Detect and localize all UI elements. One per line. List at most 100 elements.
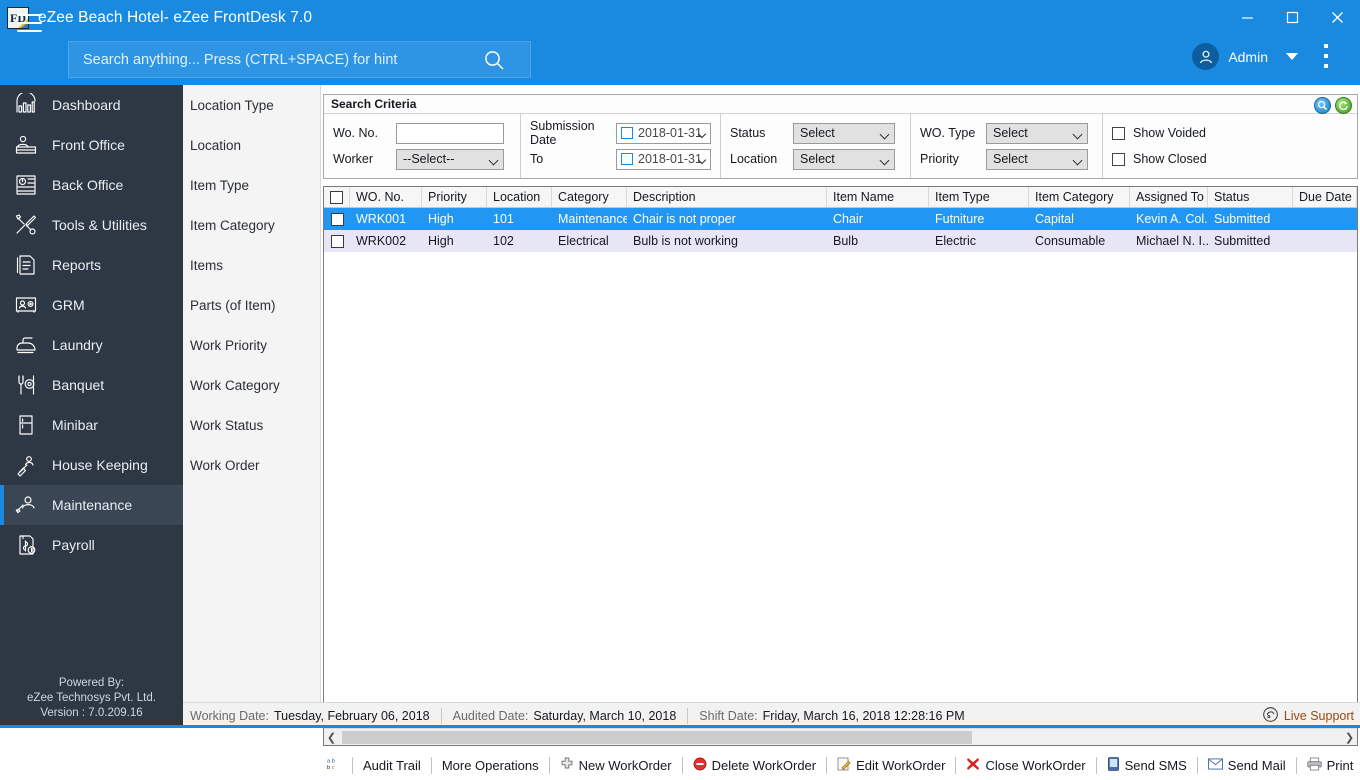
to-date-picker[interactable]: 2018-01-31	[616, 149, 711, 170]
sidebar-item-minibar[interactable]: Minibar	[0, 405, 183, 445]
fridge-icon	[0, 413, 52, 437]
status-select-value: Select	[800, 126, 835, 140]
row-checkbox[interactable]	[324, 230, 350, 252]
subnav-item-work-status[interactable]: Work Status	[183, 405, 320, 445]
subnav-item-parts-of-item[interactable]: Parts (of Item)	[183, 285, 320, 325]
toolbar-new-workorder-button[interactable]: New WorkOrder	[556, 757, 676, 774]
toolbar-audit-icon-button[interactable]: abbc	[323, 756, 346, 774]
status-select[interactable]: Select	[793, 123, 895, 144]
toolbar-more-operations-button[interactable]: More Operations	[438, 758, 543, 773]
sidebar-item-laundry[interactable]: Laundry	[0, 325, 183, 365]
live-support-button[interactable]: Live Support	[1262, 706, 1354, 726]
subnav-item-item-type[interactable]: Item Type	[183, 165, 320, 205]
grid-column-header[interactable]: Location	[487, 187, 552, 207]
show-closed-checkbox[interactable]	[1112, 153, 1125, 166]
subnav-item-item-category[interactable]: Item Category	[183, 205, 320, 245]
grid-column-header[interactable]: Priority	[422, 187, 487, 207]
to-date-checkbox[interactable]	[621, 153, 633, 165]
sidebar-item-dashboard[interactable]: Dashboard	[0, 85, 183, 125]
sidebar-item-front-office[interactable]: Front Office	[0, 125, 183, 165]
sidebar-item-payroll[interactable]: Payroll	[0, 525, 183, 565]
sidebar-item-maintenance[interactable]: Maintenance	[0, 485, 183, 525]
toolbar-close-workorder-button[interactable]: Close WorkOrder	[962, 757, 1089, 774]
toolbar-divider	[955, 757, 956, 774]
chevron-left-icon[interactable]: ❮	[324, 731, 339, 744]
workorder-toolbar: abbc Audit Trail More Operations New WorkOr…	[323, 750, 1358, 780]
wo-type-select[interactable]: Select	[986, 123, 1088, 144]
scrollbar-track[interactable]	[339, 730, 1342, 745]
grid-column-header[interactable]: Status	[1208, 187, 1293, 207]
location-select[interactable]: Select	[793, 149, 895, 170]
kebab-menu-icon[interactable]	[1316, 44, 1336, 68]
svg-text:a: a	[327, 759, 331, 765]
main-sidebar: DashboardFront OfficeBack OfficeTools & …	[0, 85, 183, 728]
housekeeping-icon	[0, 453, 52, 477]
toolbar-divider	[1296, 757, 1297, 774]
search-icon[interactable]	[474, 49, 514, 71]
row-checkbox[interactable]	[324, 208, 350, 230]
toolbar-edit-workorder-button[interactable]: Edit WorkOrder	[833, 757, 949, 774]
grid-column-header[interactable]: Item Type	[929, 187, 1029, 207]
toolbar-print-button[interactable]: Print	[1303, 757, 1358, 774]
magnifier-icon[interactable]	[1314, 97, 1331, 114]
priority-select[interactable]: Select	[986, 149, 1088, 170]
table-row[interactable]: WRK002High102ElectricalBulb is not worki…	[324, 230, 1357, 252]
show-closed-row[interactable]: Show Closed	[1112, 146, 1344, 172]
table-cell: High	[422, 234, 487, 248]
worker-select[interactable]: --Select--	[396, 149, 504, 170]
hamburger-icon[interactable]	[17, 14, 42, 34]
show-voided-row[interactable]: Show Voided	[1112, 120, 1344, 146]
show-voided-checkbox[interactable]	[1112, 127, 1125, 140]
refresh-icon[interactable]	[1335, 97, 1352, 114]
sidebar-item-banquet[interactable]: Banquet	[0, 365, 183, 405]
subnav-item-location-type[interactable]: Location Type	[183, 85, 320, 125]
user-menu[interactable]: Admin	[1192, 43, 1298, 70]
sidebar-nav: DashboardFront OfficeBack OfficeTools & …	[0, 85, 183, 565]
submission-date-checkbox[interactable]	[621, 127, 633, 139]
toolbar-send-mail-button[interactable]: Send Mail	[1204, 758, 1290, 773]
version-label: Version : 7.0.209.16	[0, 706, 183, 721]
grm-icon	[0, 293, 52, 317]
toolbar-audit-trail-button[interactable]: Audit Trail	[359, 758, 425, 773]
grid-horizontal-scrollbar[interactable]: ❮ ❯	[324, 728, 1357, 745]
sidebar-item-house-keeping[interactable]: House Keeping	[0, 445, 183, 485]
toolbar-send-sms-button[interactable]: Send SMS	[1103, 757, 1191, 774]
maximize-button[interactable]	[1270, 0, 1315, 35]
subnav-item-location[interactable]: Location	[183, 125, 320, 165]
subnav-item-items[interactable]: Items	[183, 245, 320, 285]
criteria-row-submission-date: Submission Date 2018-01-31	[530, 120, 711, 146]
close-button[interactable]	[1315, 0, 1360, 35]
toolbar-delete-workorder-button[interactable]: Delete WorkOrder	[689, 757, 821, 774]
subnav-item-work-priority[interactable]: Work Priority	[183, 325, 320, 365]
submission-date-picker[interactable]: 2018-01-31	[616, 123, 711, 144]
table-row[interactable]: WRK001High101MaintenanceChair is not pro…	[324, 208, 1357, 230]
grid-column-header[interactable]: Assigned To	[1130, 187, 1208, 207]
status-label: Status	[730, 126, 793, 140]
chevron-right-icon[interactable]: ❯	[1342, 731, 1357, 744]
wo-no-input[interactable]	[396, 123, 504, 144]
sidebar-item-label: Banquet	[52, 377, 104, 393]
chevron-down-icon[interactable]	[1286, 53, 1298, 60]
grid-column-header[interactable]: WO. No.	[350, 187, 422, 207]
grid-column-header[interactable]: Item Name	[827, 187, 929, 207]
grid-column-header[interactable]: Description	[627, 187, 827, 207]
grid-column-header[interactable]: Item Category	[1029, 187, 1130, 207]
sidebar-item-grm[interactable]: GRM	[0, 285, 183, 325]
cutlery-icon	[0, 373, 52, 397]
minimize-button[interactable]	[1225, 0, 1270, 35]
plus-icon	[560, 757, 574, 774]
grid-column-header[interactable]: Category	[552, 187, 627, 207]
sidebar-item-tools-utilities[interactable]: Tools & Utilities	[0, 205, 183, 245]
grid-column-header[interactable]: Due Date	[1293, 187, 1357, 207]
select-all-checkbox[interactable]	[324, 187, 350, 207]
subnav-item-work-category[interactable]: Work Category	[183, 365, 320, 405]
subnav-item-label: Parts (of Item)	[190, 298, 276, 313]
divider	[687, 708, 688, 724]
sidebar-item-reports[interactable]: Reports	[0, 245, 183, 285]
scrollbar-thumb[interactable]	[342, 731, 972, 744]
show-voided-label: Show Voided	[1133, 126, 1206, 140]
search-input[interactable]	[69, 52, 474, 68]
sidebar-item-back-office[interactable]: Back Office	[0, 165, 183, 205]
global-search[interactable]	[68, 41, 531, 78]
subnav-item-work-order[interactable]: Work Order	[183, 445, 320, 485]
